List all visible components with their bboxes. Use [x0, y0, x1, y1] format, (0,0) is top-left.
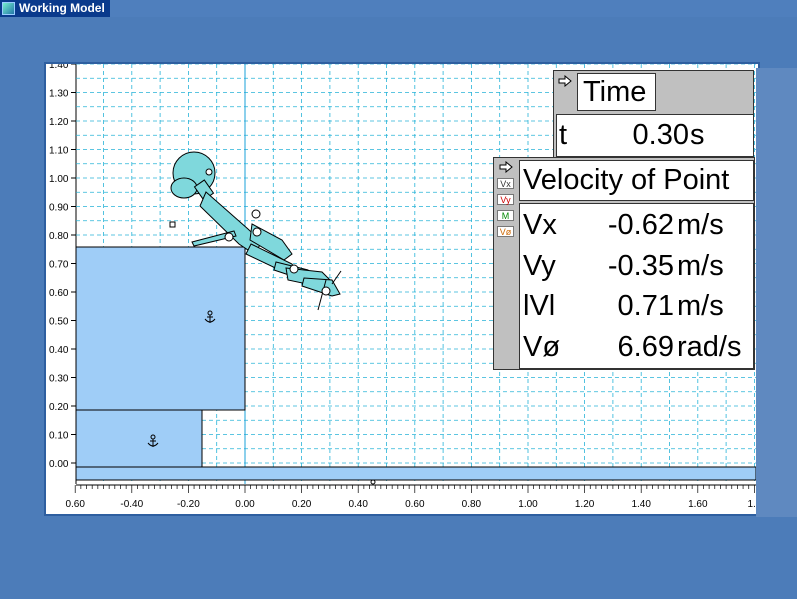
- y-tick-label: 0.30: [49, 374, 69, 385]
- time-meter-value-box: t 0.30 s: [556, 114, 754, 157]
- y-tick-label: 1.00: [49, 174, 69, 185]
- ground-pin: [370, 479, 376, 485]
- meter-arrow-icon[interactable]: [499, 161, 513, 173]
- y-tick-label: 0.80: [49, 231, 69, 242]
- vy-value: -0.35: [607, 250, 674, 282]
- time-value: 0.30: [632, 119, 689, 151]
- vmag-value: 0.71: [617, 290, 674, 322]
- x-tick-label: 0.60: [405, 499, 425, 510]
- x-tick-label: -0.20: [177, 499, 200, 510]
- y-tick-label: 0.00: [49, 459, 69, 470]
- y-tick-label: 0.10: [49, 431, 69, 442]
- toggle-magnitude[interactable]: M: [497, 210, 514, 221]
- x-tick-label: 0.60: [65, 499, 85, 510]
- y-tick-label: 0.90: [49, 203, 69, 214]
- y-tick-label: 0.40: [49, 345, 69, 356]
- y-tick-label: 0.20: [49, 402, 69, 413]
- time-meter-title: Time: [583, 76, 647, 108]
- time-meter-title-box: Time: [577, 73, 656, 111]
- x-tick-label: 0.20: [292, 499, 312, 510]
- x-tick-label: 1.20: [575, 499, 595, 510]
- x-tick-label: -0.40: [120, 499, 143, 510]
- time-unit: s: [690, 119, 705, 151]
- vangle-unit: rad/s: [677, 331, 742, 363]
- velocity-meter-title-box: Velocity of Point: [519, 160, 754, 201]
- toggle-vx[interactable]: Vx: [497, 178, 514, 189]
- x-tick-label: 0.40: [348, 499, 368, 510]
- y-tick-label: 1.10: [49, 146, 69, 157]
- y-tick-label: 1.30: [49, 89, 69, 100]
- y-tick-label: 0.60: [49, 288, 69, 299]
- x-tick-label: 1.40: [631, 499, 651, 510]
- x-tick-label: 1.60: [688, 499, 708, 510]
- x-tick-label: 1.00: [518, 499, 538, 510]
- vy-unit: m/s: [677, 250, 724, 282]
- vangle-label: Vø: [523, 331, 561, 363]
- time-meter[interactable]: Time t 0.30 s: [553, 70, 754, 158]
- y-tick-label: 1.40: [49, 64, 69, 71]
- vmag-unit: m/s: [677, 290, 724, 322]
- meter-arrow-icon[interactable]: [558, 75, 572, 87]
- time-label: t: [559, 119, 568, 151]
- y-tick-label: 0.70: [49, 260, 69, 271]
- ledge-block-lower[interactable]: [75, 409, 203, 468]
- x-tick-label: 0.80: [462, 499, 482, 510]
- toggle-vangle[interactable]: Vø: [497, 226, 514, 237]
- x-tick-label: 0.00: [235, 499, 255, 510]
- vy-label: Vy: [523, 250, 556, 282]
- window-title: Working Model: [19, 1, 105, 15]
- y-tick-label: 1.20: [49, 117, 69, 128]
- ledge-block-upper[interactable]: [75, 246, 246, 411]
- window-titlebar[interactable]: Working Model: [0, 0, 110, 17]
- toggle-vy[interactable]: Vy: [497, 194, 514, 205]
- right-scroll-strip[interactable]: [756, 68, 797, 517]
- vx-unit: m/s: [677, 209, 724, 241]
- velocity-meter[interactable]: Vx Vy M Vø Velocity of Point Vx -0.62 m/…: [493, 157, 755, 370]
- vangle-value: 6.69: [617, 331, 674, 363]
- vmag-label: lVl: [523, 290, 556, 322]
- app-icon: [2, 2, 15, 15]
- ground-body[interactable]: [75, 466, 756, 481]
- velocity-meter-values-box: Vx -0.62 m/s Vy -0.35 m/s lVl 0.71 m/s V…: [519, 203, 754, 369]
- vx-value: -0.62: [607, 209, 674, 241]
- y-tick-label: 0.50: [49, 317, 69, 328]
- x-tick-label: 1.8: [747, 499, 756, 510]
- velocity-meter-title: Velocity of Point: [523, 164, 730, 196]
- vx-label: Vx: [523, 209, 557, 241]
